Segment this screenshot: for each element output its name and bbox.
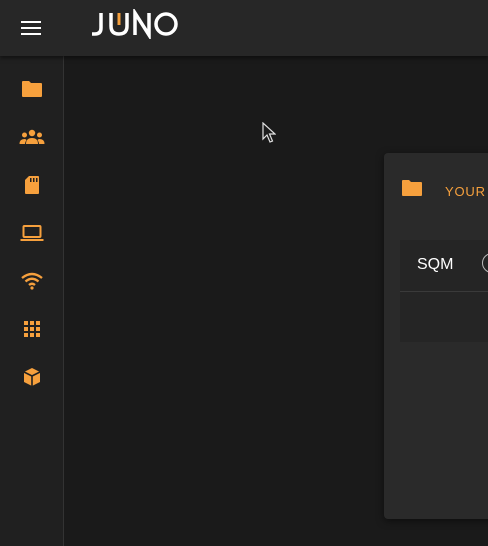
sidebar-item-files[interactable] (0, 67, 63, 111)
sidebar-item-packages[interactable] (0, 355, 63, 399)
list-item[interactable]: SQM (400, 240, 488, 292)
card-title: YOUR (445, 184, 486, 199)
menu-button[interactable] (14, 12, 48, 44)
files-card: YOUR SQM (384, 153, 488, 519)
sidebar-item-apps[interactable] (0, 307, 63, 351)
hamburger-menu-icon (21, 21, 41, 35)
people-icon (19, 129, 44, 144)
package-icon (23, 368, 40, 386)
list-item-label: SQM (417, 256, 454, 273)
sidebar-item-storage[interactable] (0, 163, 63, 207)
laptop-icon (20, 225, 43, 241)
juno-logo (92, 9, 178, 39)
folder-icon (402, 180, 422, 196)
apps-grid-icon (23, 321, 40, 337)
sidebar-nav (0, 56, 64, 546)
top-app-bar (0, 0, 488, 56)
sidebar-item-devices[interactable] (0, 211, 63, 255)
sd-card-icon (24, 176, 39, 194)
mouse-cursor-icon (262, 122, 276, 143)
file-list: SQM (400, 240, 488, 342)
sidebar-item-users[interactable] (0, 115, 63, 159)
radio-toggle[interactable] (482, 253, 488, 273)
wifi-icon (20, 272, 43, 290)
sidebar-item-network[interactable] (0, 259, 63, 303)
folder-icon (21, 81, 42, 97)
app-logo[interactable] (91, 9, 179, 39)
